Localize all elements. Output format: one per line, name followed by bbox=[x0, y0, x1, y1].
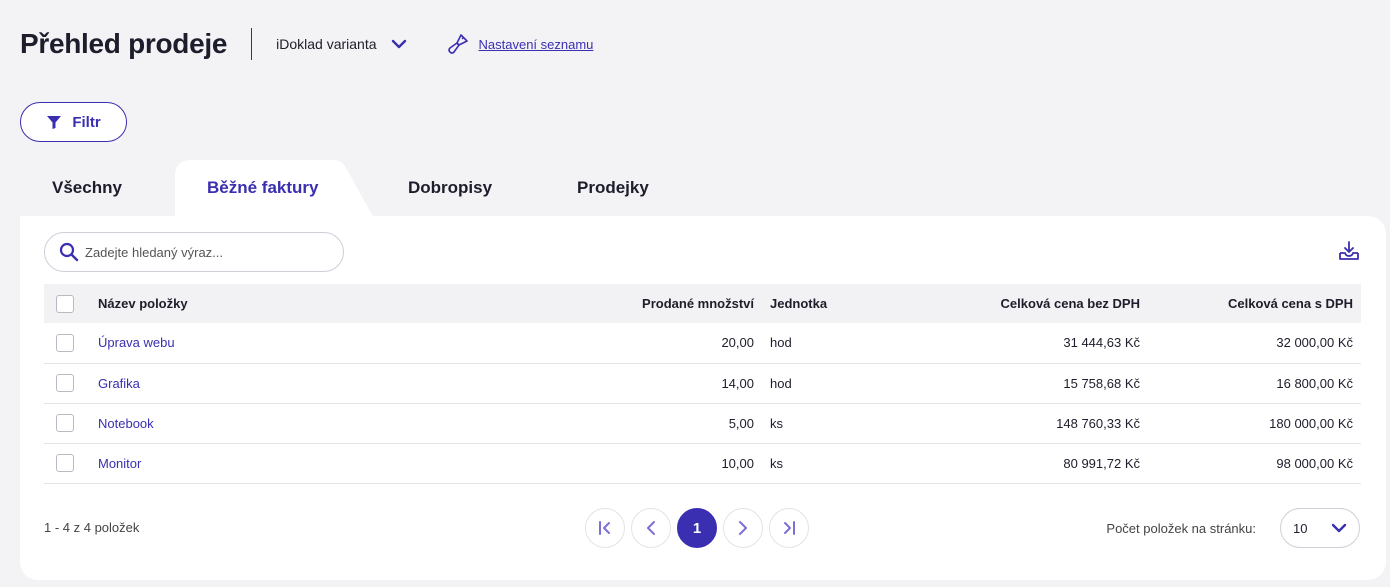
filter-label: Filtr bbox=[72, 113, 101, 131]
variant-label: iDoklad varianta bbox=[276, 36, 377, 52]
chevron-down-icon bbox=[1331, 523, 1347, 533]
brush-icon bbox=[447, 34, 468, 54]
gross-price-cell: 180 000,00 Kč bbox=[1269, 415, 1353, 431]
qty-cell: 14,00 bbox=[721, 375, 754, 391]
unit-cell: ks bbox=[770, 415, 783, 431]
table-row[interactable]: Monitor 10,00 ks 80 991,72 Kč 98 000,00 … bbox=[44, 443, 1361, 483]
per-page-value: 10 bbox=[1293, 520, 1308, 536]
column-name-header[interactable]: Název položky bbox=[98, 284, 528, 323]
variant-dropdown[interactable]: iDoklad varianta bbox=[276, 36, 406, 52]
column-net-header[interactable]: Celková cena bez DPH bbox=[894, 284, 1140, 323]
gross-price-cell: 32 000,00 Kč bbox=[1276, 335, 1353, 351]
row-checkbox[interactable] bbox=[56, 374, 74, 392]
unit-cell: hod bbox=[770, 335, 792, 351]
search-box bbox=[44, 232, 344, 272]
row-checkbox[interactable] bbox=[56, 454, 74, 472]
prev-page-button[interactable] bbox=[631, 508, 671, 548]
item-count: 1 - 4 z 4 položek bbox=[44, 520, 140, 535]
item-name-link[interactable]: Notebook bbox=[98, 416, 154, 431]
qty-cell: 20,00 bbox=[721, 335, 754, 351]
item-name-link[interactable]: Grafika bbox=[98, 376, 140, 391]
unit-cell: hod bbox=[770, 375, 792, 391]
chevron-down-icon bbox=[391, 39, 406, 49]
sales-table: Název položky Prodané množství Jednotka … bbox=[44, 284, 1361, 484]
last-page-icon bbox=[784, 521, 795, 535]
first-page-button[interactable] bbox=[585, 508, 625, 548]
per-page-label: Počet položek na stránku: bbox=[1106, 520, 1256, 536]
item-name-link[interactable]: Monitor bbox=[98, 456, 141, 471]
table-row[interactable]: Notebook 5,00 ks 148 760,33 Kč 180 000,0… bbox=[44, 403, 1361, 443]
next-page-button[interactable] bbox=[723, 508, 763, 548]
tab-receipts[interactable]: Prodejky bbox=[577, 160, 649, 216]
pagination: 1 bbox=[585, 508, 809, 548]
export-icon[interactable] bbox=[1338, 240, 1360, 262]
prev-page-icon bbox=[647, 521, 655, 535]
page-header: Přehled prodeje iDoklad varianta Nastave… bbox=[20, 24, 593, 64]
tab-bar: Všechny Běžné faktury Dobropisy Prodejky bbox=[20, 160, 720, 220]
page-title: Přehled prodeje bbox=[20, 28, 228, 59]
net-price-cell: 148 760,33 Kč bbox=[1056, 415, 1140, 431]
table-row[interactable]: Úprava webu 20,00 hod 31 444,63 Kč 32 00… bbox=[44, 323, 1361, 363]
search-icon bbox=[59, 242, 79, 262]
settings-label: Nastavení seznamu bbox=[478, 36, 594, 52]
column-gross-header[interactable]: Celková cena s DPH bbox=[1140, 284, 1361, 323]
page-button-current[interactable]: 1 bbox=[677, 508, 717, 548]
net-price-cell: 15 758,68 Kč bbox=[1063, 375, 1140, 391]
column-unit-header[interactable]: Jednotka bbox=[754, 284, 894, 323]
column-qty-header[interactable]: Prodané množství bbox=[528, 284, 754, 323]
unit-cell: ks bbox=[770, 455, 783, 471]
select-all-checkbox[interactable] bbox=[56, 294, 74, 313]
tab-invoices[interactable]: Běžné faktury bbox=[207, 160, 318, 216]
last-page-button[interactable] bbox=[769, 508, 809, 548]
first-page-icon bbox=[599, 521, 610, 535]
table-header-row: Název položky Prodané množství Jednotka … bbox=[44, 284, 1361, 323]
gross-price-cell: 16 800,00 Kč bbox=[1276, 375, 1353, 391]
gross-price-cell: 98 000,00 Kč bbox=[1276, 455, 1353, 471]
table-row[interactable]: Grafika 14,00 hod 15 758,68 Kč 16 800,00… bbox=[44, 363, 1361, 403]
header-divider bbox=[251, 28, 253, 60]
search-input[interactable] bbox=[85, 244, 325, 260]
qty-cell: 5,00 bbox=[728, 415, 754, 431]
per-page-control: Počet položek na stránku: 10 bbox=[1106, 508, 1360, 548]
row-checkbox[interactable] bbox=[56, 414, 74, 432]
tab-all[interactable]: Všechny bbox=[52, 160, 122, 216]
next-page-icon bbox=[739, 521, 747, 535]
list-card: Název položky Prodané množství Jednotka … bbox=[20, 216, 1386, 580]
row-checkbox[interactable] bbox=[56, 333, 74, 352]
filter-button[interactable]: Filtr bbox=[20, 102, 127, 142]
net-price-cell: 31 444,63 Kč bbox=[1063, 335, 1140, 351]
qty-cell: 10,00 bbox=[721, 455, 754, 471]
net-price-cell: 80 991,72 Kč bbox=[1063, 455, 1140, 471]
item-name-link[interactable]: Úprava webu bbox=[98, 335, 175, 350]
filter-icon bbox=[47, 116, 62, 129]
list-settings-link[interactable]: Nastavení seznamu bbox=[447, 33, 594, 55]
tab-credit-notes[interactable]: Dobropisy bbox=[408, 160, 492, 216]
per-page-select[interactable]: 10 bbox=[1280, 508, 1360, 548]
